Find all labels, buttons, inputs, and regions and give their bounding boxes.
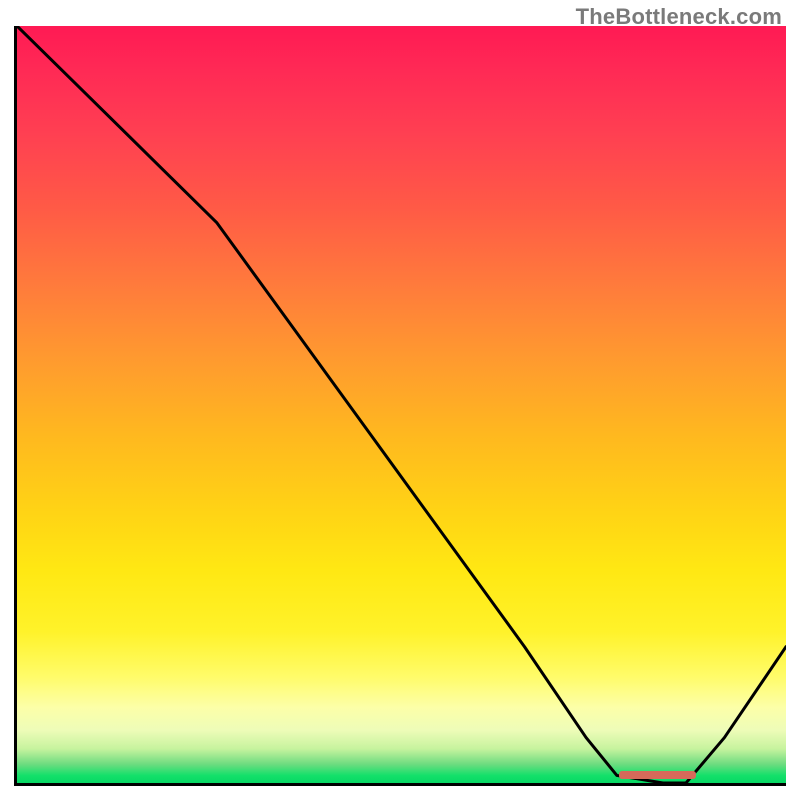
bottleneck-curve-svg [17, 26, 786, 783]
bottleneck-curve-path [17, 26, 786, 783]
plot-area [14, 26, 786, 786]
optimal-zone-marker [619, 771, 696, 779]
chart-stage: TheBottleneck.com [0, 0, 800, 800]
